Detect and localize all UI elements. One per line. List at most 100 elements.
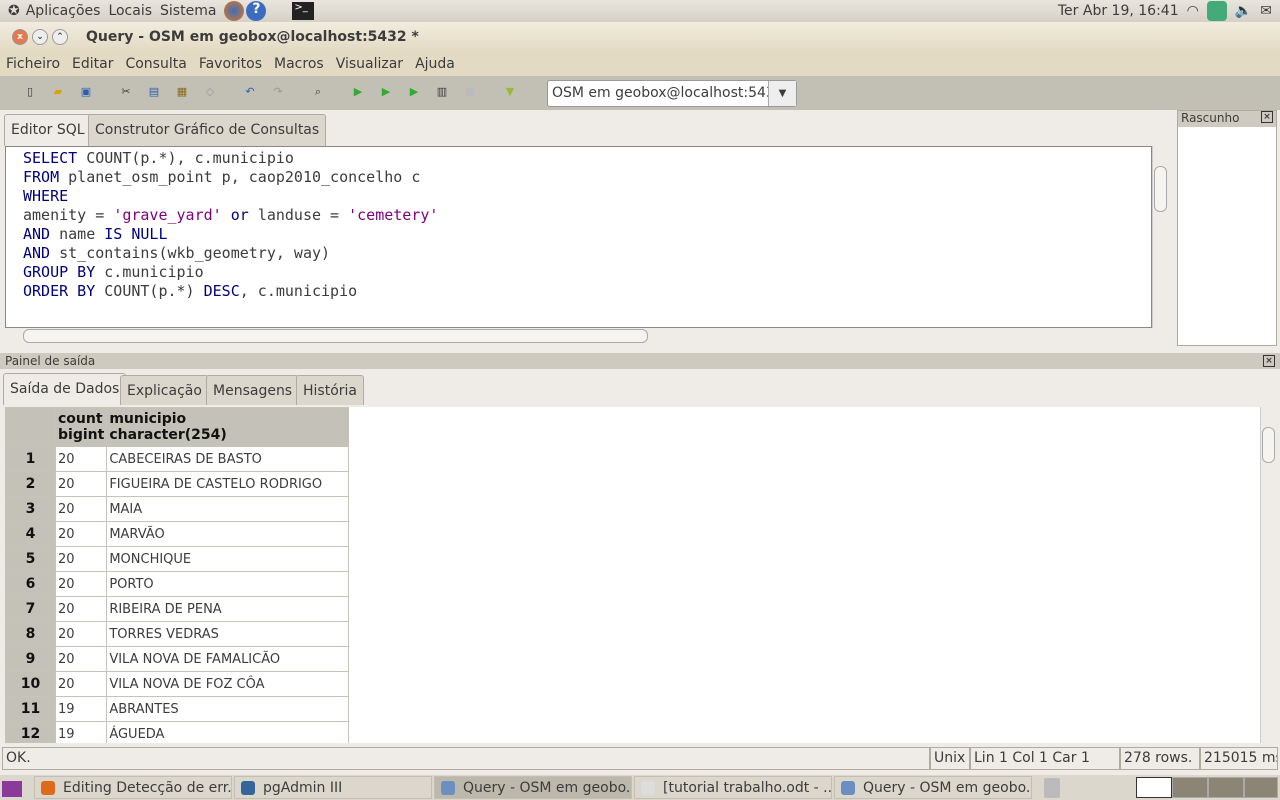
table-row[interactable]: 9 20 VILA NOVA DE FAMALICÃO bbox=[5, 646, 350, 672]
scratchpad-panel[interactable]: Rascunho × bbox=[1177, 110, 1277, 346]
row-number[interactable]: 11 bbox=[5, 696, 56, 722]
wifi-icon[interactable]: ◠ bbox=[1187, 3, 1199, 19]
sql-editor[interactable]: SELECT COUNT(p.*), c.municipio FROM plane… bbox=[5, 146, 1152, 328]
row-number[interactable]: 2 bbox=[5, 471, 56, 497]
table-row[interactable]: 6 20 PORTO bbox=[5, 571, 350, 597]
menu-macros[interactable]: Macros bbox=[268, 56, 330, 72]
volume-icon[interactable]: 🔈 bbox=[1235, 3, 1252, 19]
menu-query[interactable]: Consulta bbox=[119, 56, 192, 72]
workspace-switcher[interactable] bbox=[1136, 777, 1278, 798]
table-row[interactable]: 7 20 RIBEIRA DE PENA bbox=[5, 596, 350, 622]
explain-icon[interactable]: ▶ bbox=[406, 84, 422, 100]
cell-count[interactable]: 20 bbox=[54, 496, 108, 522]
tab-sql-editor[interactable]: Editor SQL bbox=[4, 114, 92, 146]
undo-icon[interactable]: ↶ bbox=[242, 84, 258, 100]
open-icon[interactable]: ▰ bbox=[50, 84, 66, 100]
taskbar-item[interactable]: pgAdmin III bbox=[234, 776, 432, 799]
close-icon[interactable]: × bbox=[1263, 355, 1275, 367]
table-row[interactable]: 5 20 MONCHIQUE bbox=[5, 546, 350, 572]
trash-icon[interactable] bbox=[1044, 778, 1060, 798]
cell-count[interactable]: 19 bbox=[54, 721, 108, 743]
table-row[interactable]: 12 19 ÁGUEDA bbox=[5, 721, 350, 743]
row-number[interactable]: 8 bbox=[5, 621, 56, 647]
row-number[interactable]: 9 bbox=[5, 646, 56, 672]
column-header-municipio[interactable]: municipio character(254) bbox=[106, 407, 350, 447]
row-number[interactable]: 4 bbox=[5, 521, 56, 547]
tab-explain[interactable]: Explicação bbox=[120, 375, 209, 405]
row-number[interactable]: 6 bbox=[5, 571, 56, 597]
table-row[interactable]: 11 19 ABRANTES bbox=[5, 696, 350, 722]
cell-count[interactable]: 20 bbox=[54, 621, 108, 647]
cell-municipio[interactable]: PORTO bbox=[106, 571, 350, 597]
terminal-icon[interactable]: >_ bbox=[292, 2, 315, 20]
menu-edit[interactable]: Editar bbox=[66, 56, 119, 72]
grid-vertical-scrollbar[interactable] bbox=[1260, 407, 1276, 743]
cell-count[interactable]: 20 bbox=[54, 646, 108, 672]
chevron-down-icon[interactable]: ▼ bbox=[768, 81, 796, 106]
show-desktop-icon[interactable] bbox=[2, 781, 22, 797]
tab-messages[interactable]: Mensagens bbox=[206, 375, 300, 405]
ubuntu-logo-icon[interactable]: ✪ bbox=[8, 3, 20, 19]
taskbar-item[interactable]: Editing Detecção de err... bbox=[34, 776, 232, 799]
cell-municipio[interactable]: MONCHIQUE bbox=[106, 546, 350, 572]
execute-to-file-icon[interactable]: ▶ bbox=[378, 84, 394, 100]
column-header-count[interactable]: count bigint bbox=[54, 407, 108, 447]
menu-applications[interactable]: Aplicações bbox=[26, 3, 101, 19]
table-row[interactable]: 10 20 VILA NOVA DE FOZ CÔA bbox=[5, 671, 350, 697]
close-icon[interactable]: x bbox=[12, 29, 28, 45]
close-icon[interactable]: × bbox=[1261, 111, 1273, 123]
paste-icon[interactable]: ▦ bbox=[174, 84, 190, 100]
taskbar-item[interactable]: [tutorial trabalho.odt - ... bbox=[634, 776, 832, 799]
tab-data-output[interactable]: Saída de Dados bbox=[3, 373, 127, 405]
execute-icon[interactable]: ▶ bbox=[350, 84, 366, 100]
save-icon[interactable]: ▣ bbox=[78, 84, 94, 100]
table-row[interactable]: 8 20 TORRES VEDRAS bbox=[5, 621, 350, 647]
clock[interactable]: Ter Abr 19, 16:41 bbox=[1058, 3, 1179, 19]
update-icon[interactable] bbox=[1206, 1, 1227, 21]
connection-select[interactable]: OSM em geobox@localhost:5432 ▼ bbox=[547, 80, 797, 107]
cell-count[interactable]: 20 bbox=[54, 671, 108, 697]
row-number[interactable]: 1 bbox=[5, 446, 56, 472]
minimize-icon[interactable]: ⌄ bbox=[32, 29, 48, 45]
maximize-icon[interactable]: ⌃ bbox=[52, 29, 68, 45]
row-number[interactable]: 3 bbox=[5, 496, 56, 522]
corner-header[interactable] bbox=[5, 407, 56, 447]
cell-count[interactable]: 20 bbox=[54, 596, 108, 622]
cell-count[interactable]: 20 bbox=[54, 571, 108, 597]
firefox-icon[interactable] bbox=[224, 1, 245, 21]
tab-query-builder[interactable]: Construtor Gráfico de Consultas bbox=[88, 114, 327, 146]
cell-municipio[interactable]: VILA NOVA DE FOZ CÔA bbox=[106, 671, 350, 697]
cell-count[interactable]: 20 bbox=[54, 546, 108, 572]
cell-municipio[interactable]: TORRES VEDRAS bbox=[106, 621, 350, 647]
data-grid[interactable]: count bigint municipio character(254) 1 20 C… bbox=[5, 407, 1260, 743]
find-icon[interactable]: ⌕ bbox=[310, 84, 326, 100]
table-row[interactable]: 3 20 MAIA bbox=[5, 496, 350, 522]
new-icon[interactable]: ▯ bbox=[22, 84, 38, 100]
cell-municipio[interactable]: MARVÃO bbox=[106, 521, 350, 547]
cancel-icon[interactable]: ■ bbox=[462, 84, 478, 100]
editor-horizontal-scrollbar[interactable] bbox=[5, 328, 1152, 345]
mail-icon[interactable]: ✉ bbox=[1260, 3, 1272, 19]
explain-options-icon[interactable]: ▥ bbox=[434, 84, 450, 100]
cell-municipio[interactable]: MAIA bbox=[106, 496, 350, 522]
menu-favourites[interactable]: Favoritos bbox=[193, 56, 268, 72]
menu-file[interactable]: Ficheiro bbox=[0, 56, 66, 72]
taskbar-item[interactable]: Query - OSM em geobo... bbox=[834, 776, 1032, 799]
filter-icon[interactable]: ▼ bbox=[502, 84, 518, 100]
cell-count[interactable]: 20 bbox=[54, 471, 108, 497]
taskbar-item[interactable]: Query - OSM em geobo... bbox=[434, 776, 632, 799]
menu-places[interactable]: Locais bbox=[108, 3, 152, 19]
table-row[interactable]: 2 20 FIGUEIRA DE CASTELO RODRIGO bbox=[5, 471, 350, 497]
redo-icon[interactable]: ↷ bbox=[270, 84, 286, 100]
menu-system[interactable]: Sistema bbox=[160, 3, 216, 19]
tab-history[interactable]: História bbox=[296, 375, 364, 405]
row-number[interactable]: 5 bbox=[5, 546, 56, 572]
row-number[interactable]: 7 bbox=[5, 596, 56, 622]
table-row[interactable]: 1 20 CABECEIRAS DE BASTO bbox=[5, 446, 350, 472]
copy-icon[interactable]: ▤ bbox=[146, 84, 162, 100]
cell-municipio[interactable]: RIBEIRA DE PENA bbox=[106, 596, 350, 622]
cell-count[interactable]: 20 bbox=[54, 446, 108, 472]
editor-vertical-scrollbar[interactable] bbox=[1152, 146, 1168, 328]
cell-municipio[interactable]: VILA NOVA DE FAMALICÃO bbox=[106, 646, 350, 672]
cell-municipio[interactable]: ÁGUEDA bbox=[106, 721, 350, 743]
